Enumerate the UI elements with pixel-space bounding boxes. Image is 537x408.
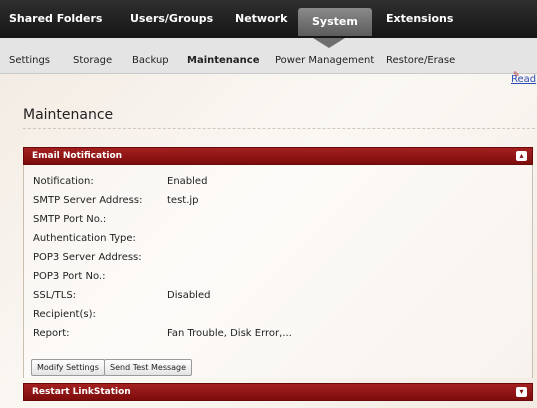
tab-system-label: System <box>312 15 358 28</box>
notification-value: Enabled <box>167 176 208 187</box>
collapse-icon[interactable]: ▴ <box>516 151 527 161</box>
restart-linkstation-header[interactable]: Restart LinkStation ▾ <box>23 383 533 401</box>
page-title: Maintenance <box>23 107 114 123</box>
email-notification-title: Email Notification <box>32 151 123 161</box>
smtp-server-value: test.jp <box>167 195 199 206</box>
recipients-label: Recipient(s): <box>33 309 96 320</box>
tab-system[interactable]: System <box>298 8 372 36</box>
tab-network[interactable]: Network <box>235 0 287 38</box>
send-test-message-button[interactable]: Send Test Message <box>104 359 193 376</box>
tab-users-groups[interactable]: Users/Groups <box>130 0 213 38</box>
email-notification-header[interactable]: Email Notification ▴ <box>23 147 533 165</box>
pop3-port-label: POP3 Port No.: <box>33 271 106 282</box>
subnav-item-storage[interactable]: Storage <box>73 55 112 66</box>
modify-settings-button[interactable]: Modify Settings <box>31 359 105 376</box>
smtp-server-label: SMTP Server Address: <box>33 195 143 206</box>
subnav-item-settings[interactable]: Settings <box>9 55 50 66</box>
active-tab-pointer <box>313 38 345 48</box>
subnav-item-power-management[interactable]: Power Management <box>275 55 374 66</box>
ssl-tls-label: SSL/TLS: <box>33 290 77 301</box>
pop3-server-label: POP3 Server Address: <box>33 252 142 263</box>
email-notification-body: Notification: Enabled SMTP Server Addres… <box>23 165 533 378</box>
tab-shared-folders[interactable]: Shared Folders <box>9 0 102 38</box>
report-label: Report: <box>33 328 70 339</box>
report-value: Fan Trouble, Disk Error,... <box>167 328 292 339</box>
notification-label: Notification: <box>33 176 94 187</box>
auth-type-label: Authentication Type: <box>33 233 136 244</box>
read-help-link[interactable]: Read <box>511 74 536 85</box>
ssl-tls-value: Disabled <box>167 290 211 301</box>
smtp-port-label: SMTP Port No.: <box>33 214 107 225</box>
subnav-item-maintenance[interactable]: Maintenance <box>187 55 260 66</box>
title-divider <box>23 128 535 129</box>
expand-icon[interactable]: ▾ <box>516 387 527 397</box>
top-navigation: Shared Folders Users/Groups Network Syst… <box>0 0 537 38</box>
tab-extensions[interactable]: Extensions <box>386 0 453 38</box>
sub-navigation: Settings Storage Backup Maintenance Powe… <box>0 38 537 74</box>
subnav-item-restore-erase[interactable]: Restore/Erase <box>386 55 455 66</box>
subnav-item-backup[interactable]: Backup <box>132 55 169 66</box>
restart-linkstation-title: Restart LinkStation <box>32 387 131 397</box>
